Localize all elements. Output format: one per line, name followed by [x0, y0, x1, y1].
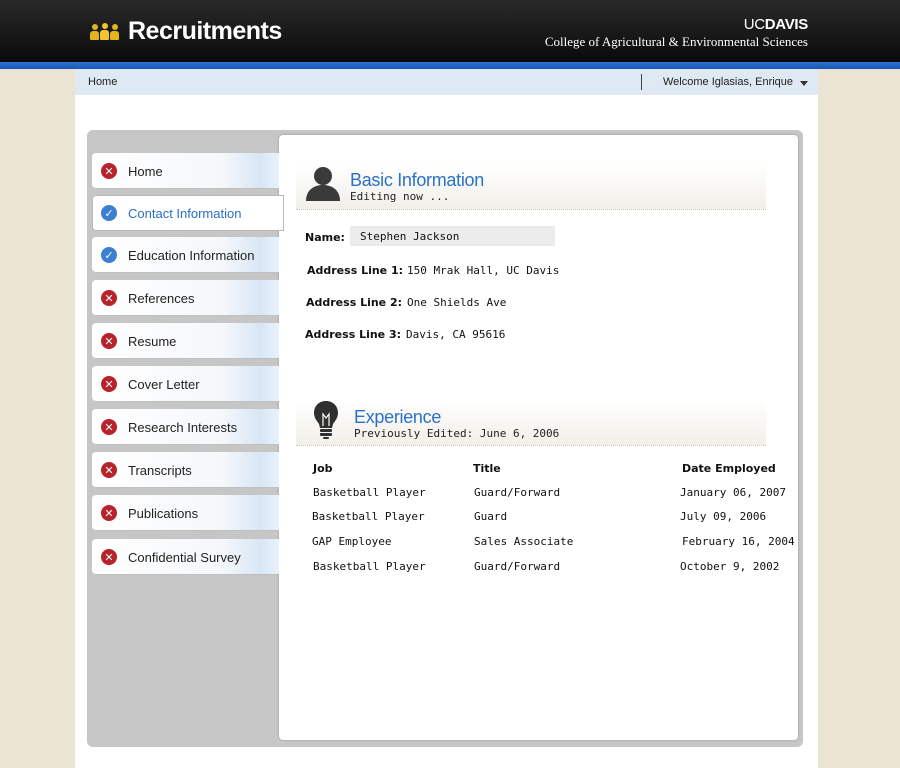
- sidebar-item-label: Confidential Survey: [128, 549, 241, 565]
- user-silhouette-icon: [306, 167, 340, 201]
- sidebar-item-label: Cover Letter: [128, 376, 200, 392]
- name-label: Name:: [305, 231, 345, 244]
- breadcrumb-home[interactable]: Home: [88, 76, 117, 88]
- address-line-1-value[interactable]: 150 Mrak Hall, UC Davis: [407, 264, 559, 277]
- column-header-date-employed: Date Employed: [682, 462, 776, 475]
- table-cell-date: July 09, 2006: [680, 510, 767, 523]
- sidebar-item-label: Research Interests: [128, 419, 238, 435]
- sidebar-item-resume[interactable]: ✕ Resume: [92, 323, 279, 359]
- address-line-1-label: Address Line 1:: [307, 264, 404, 277]
- table-cell-date: January 06, 2007: [680, 486, 786, 499]
- sidebar-item-label: Resume: [128, 333, 177, 349]
- sidebar-item-contact-information[interactable]: ✓ Contact Information: [92, 195, 284, 231]
- x-circle-icon: ✕: [101, 549, 117, 565]
- sidebar-item-education-information[interactable]: ✓ Education Information: [92, 237, 279, 273]
- x-circle-icon: ✕: [101, 333, 117, 349]
- welcome-user[interactable]: Welcome Iglasias, Enrique: [663, 76, 793, 88]
- x-circle-icon: ✕: [101, 462, 117, 478]
- table-cell-job: Basketball Player: [313, 486, 426, 499]
- sidebar-item-references[interactable]: ✕ References: [92, 280, 279, 316]
- chevron-down-icon[interactable]: [800, 81, 808, 86]
- x-circle-icon: ✕: [101, 163, 117, 179]
- x-circle-icon: ✕: [101, 505, 117, 521]
- uc-bold: DAVIS: [764, 16, 809, 33]
- sidebar-item-label: Home: [128, 163, 163, 179]
- table-cell-job: Basketball Player: [312, 510, 425, 523]
- column-header-job: Job: [313, 462, 333, 475]
- sidebar-item-transcripts[interactable]: ✕ Transcripts: [92, 452, 279, 488]
- lightbulb-icon: [314, 401, 338, 439]
- address-line-2-value[interactable]: One Shields Ave: [407, 296, 506, 309]
- sidebar-item-home[interactable]: ✕ Home: [92, 153, 279, 189]
- university-brand: UCDAVIS College of Agricultural & Enviro…: [545, 16, 808, 50]
- sidebar-item-label: Education Information: [128, 247, 255, 263]
- table-cell-title: Guard: [474, 510, 508, 523]
- address-line-3-label: Address Line 3:: [305, 328, 402, 341]
- topbar-divider: [641, 74, 642, 90]
- name-field[interactable]: [350, 226, 555, 246]
- experience-subtitle: Previously Edited: June 6, 2006: [354, 427, 560, 440]
- app-header: Recruitments UCDAVIS College of Agricult…: [0, 0, 900, 62]
- basic-info-title: Basic Information: [350, 170, 484, 190]
- table-cell-date: October 9, 2002: [680, 560, 780, 573]
- table-cell-title: Guard/Forward: [474, 560, 561, 573]
- check-circle-icon: ✓: [101, 247, 117, 263]
- college-name: College of Agricultural & Environmental …: [544, 34, 808, 49]
- address-line-3-value[interactable]: Davis, CA 95616: [406, 328, 505, 341]
- people-icon: [90, 22, 120, 40]
- x-circle-icon: ✕: [101, 419, 117, 435]
- sidebar-item-cover-letter[interactable]: ✕ Cover Letter: [92, 366, 279, 402]
- x-circle-icon: ✕: [101, 290, 117, 306]
- app-logo[interactable]: Recruitments: [90, 16, 282, 46]
- table-cell-title: Sales Associate: [474, 535, 574, 548]
- table-cell-date: February 16, 2004: [682, 535, 795, 548]
- x-circle-icon: ✕: [101, 376, 117, 392]
- basic-info-subtitle: Editing now ...: [350, 190, 450, 203]
- sidebar-item-label: Publications: [128, 505, 199, 521]
- sidebar-item-label: References: [128, 290, 195, 306]
- top-bar: Home Welcome Iglasias, Enrique: [75, 69, 818, 95]
- table-cell-title: Guard/Forward: [474, 486, 561, 499]
- sidebar-item-label: Transcripts: [128, 462, 192, 478]
- sidebar-item-confidential-survey[interactable]: ✕ Confidential Survey: [92, 539, 279, 575]
- uc-prefix: UC: [743, 16, 765, 33]
- experience-title: Experience: [354, 407, 442, 427]
- table-cell-job: GAP Employee: [312, 535, 392, 548]
- address-line-2-label: Address Line 2:: [306, 296, 403, 309]
- sidebar-item-publications[interactable]: ✕ Publications: [92, 495, 279, 531]
- check-circle-icon: ✓: [101, 205, 117, 221]
- sidebar-item-research-interests[interactable]: ✕ Research Interests: [92, 409, 279, 445]
- column-header-title: Title: [473, 462, 501, 475]
- table-cell-job: Basketball Player: [313, 560, 426, 573]
- sidebar-item-label: Contact Information: [128, 205, 242, 221]
- app-title: Recruitments: [128, 16, 282, 45]
- header-stripe: [0, 62, 900, 69]
